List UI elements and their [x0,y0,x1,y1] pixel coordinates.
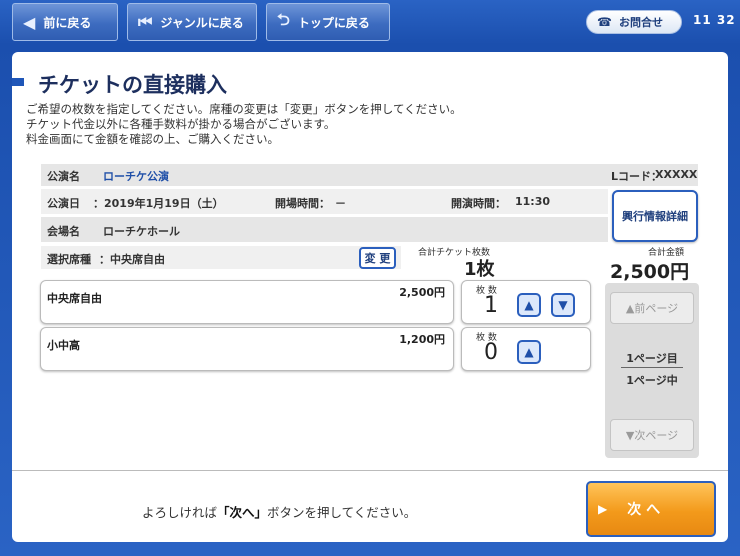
total-count: 1枚 [464,259,495,280]
seat-row: 選択席種 ：中央席自由 [41,246,401,269]
lcode-value: XXXXX [655,168,698,181]
next-button[interactable]: ▶ 次 へ [586,481,716,537]
ticket-price: 1,200円 [399,333,445,346]
qty-value: 1 [484,293,498,318]
instruction-line: チケット代金以外に各種手数料が掛かる場合がございます。 [26,117,336,131]
change-seat-button[interactable]: 変 更 [359,247,396,269]
qty-up-button[interactable]: ▲ [517,293,541,317]
footer-msg-bold: 「次へ」 [217,505,268,520]
genre-back-button[interactable]: ⏮ ジャンルに戻る [127,3,257,41]
contact-button[interactable]: ☎ お問合せ [586,10,682,34]
contact-label: お問合せ [618,16,663,29]
open-time: － [335,197,346,210]
main-panel: チケットの直接購入 ご希望の枚数を指定してください。席種の変更は「変更」ボタンを… [12,52,728,542]
pager: ▲前ページ 1ページ目 1ページ中 ▼次ページ [605,283,699,458]
event-name-row: 公演名 ローチケ公演 Lコード： XXXXX [41,164,698,186]
back-label: 前に戻る [43,15,92,30]
total-amount: 2,500円 [610,261,690,283]
footer-msg-post: ボタンを押してください。 [267,505,417,520]
qty-box: 枚 数 0 ▲ [461,327,591,371]
skip-back-icon: ⏮ [138,12,153,31]
current-page: 1ページ目 [626,352,678,365]
seat-label: 選択席種 [47,253,91,266]
play-icon: ▶ [598,502,608,516]
total-pages: 1ページ中 [626,374,678,387]
prev-page-button[interactable]: ▲前ページ [610,292,694,324]
phone-icon: ☎ [597,15,612,29]
start-time-label: 開演時間： [451,197,506,210]
genre-back-label: ジャンルに戻る [160,15,244,30]
ticket-price: 2,500円 [399,286,445,299]
ticket-row: 小中高 1,200円 [40,327,454,371]
event-name-label: 公演名 [47,170,80,183]
top-back-button[interactable]: ⮌ トップに戻る [266,3,390,41]
qty-down-button[interactable]: ▼ [551,293,575,317]
back-button[interactable]: ◀ 前に戻る [12,3,118,41]
page-divider [621,367,683,368]
title-marker [12,78,24,86]
ticket-row: 中央席自由 2,500円 [40,280,454,324]
open-time-label: 開場時間： [275,197,330,210]
back-arrow-icon: ◀ [23,12,36,32]
venue-row: 会場名 ローチケホール [41,217,608,242]
ticket-name: 小中高 [47,339,80,352]
footer-msg-pre: よろしければ [142,505,218,520]
return-arrow-icon: ⮌ [277,9,290,29]
page-title: チケットの直接購入 [38,73,227,97]
venue: ローチケホール [103,225,180,238]
top-bar: ◀ 前に戻る ⏮ ジャンルに戻る ⮌ トップに戻る ☎ お問合せ 11 32 [0,0,740,46]
event-detail-button[interactable]: 興行情報詳細 [612,190,698,242]
footer-message: よろしければ「次へ」ボタンを押してください。 [142,502,416,521]
ticket-name: 中央席自由 [47,292,102,305]
instructions: ご希望の枚数を指定してください。席種の変更は「変更」ボタンを押してください。 チ… [26,102,462,147]
event-date-label: 公演日 [47,197,80,210]
footer-divider [12,470,728,471]
up-arrow-icon: ▲ [524,298,534,312]
qty-value: 0 [484,340,498,365]
down-arrow-icon: ▼ [558,298,568,312]
start-time: 11:30 [515,195,551,208]
up-arrow-icon: ▲ [524,345,534,359]
instruction-line: ご希望の枚数を指定してください。席種の変更は「変更」ボタンを押してください。 [26,102,462,116]
instruction-line: 料金画面にて金額を確認の上、ご購入ください。 [26,132,279,146]
venue-label: 会場名 [47,225,80,238]
seat-value: ：中央席自由 [99,253,165,266]
clock: 11 32 [693,13,736,27]
event-date: ：2019年1月19日（土） [93,197,224,210]
event-name: ローチケ公演 [103,170,169,183]
event-date-row: 公演日 ：2019年1月19日（土） 開場時間： － 開演時間： 11:30 [41,189,608,214]
next-page-button[interactable]: ▼次ページ [610,419,694,451]
next-label: 次 へ [627,502,661,518]
qty-box: 枚 数 1 ▲ ▼ [461,280,591,324]
qty-up-button[interactable]: ▲ [517,340,541,364]
top-back-label: トップに戻る [297,15,370,30]
